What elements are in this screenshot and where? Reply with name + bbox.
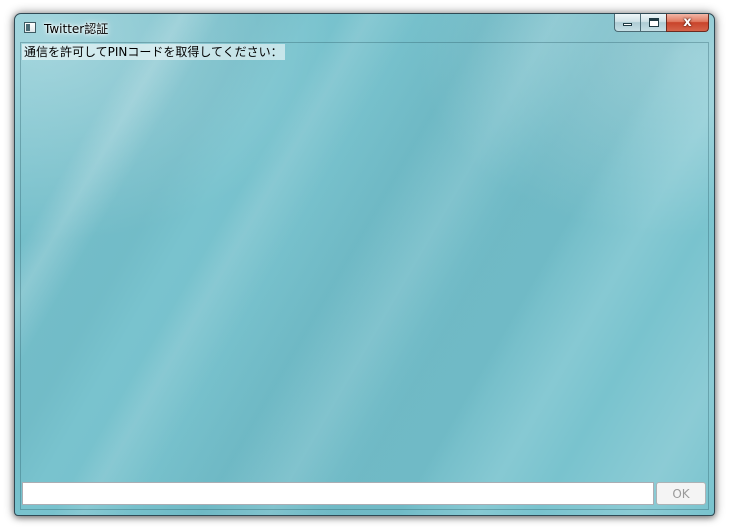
maximize-icon bbox=[649, 18, 659, 27]
close-icon: x bbox=[683, 15, 692, 30]
instruction-label: 通信を許可してPINコードを取得してください： bbox=[22, 44, 285, 60]
maximize-button[interactable] bbox=[640, 14, 666, 32]
client-area-frame bbox=[20, 42, 709, 510]
window-app-icon[interactable] bbox=[24, 22, 36, 33]
title-bar[interactable]: Twitter認証 x bbox=[15, 14, 714, 42]
caption-buttons: x bbox=[614, 14, 709, 33]
minimize-button[interactable] bbox=[614, 14, 640, 32]
twitter-auth-window: Twitter認証 x bbox=[14, 13, 715, 516]
minimize-icon bbox=[623, 23, 632, 26]
ok-button[interactable]: OK bbox=[656, 482, 706, 505]
window-title: Twitter認証 bbox=[44, 22, 109, 36]
close-button[interactable]: x bbox=[666, 14, 709, 32]
pin-code-input[interactable] bbox=[22, 482, 654, 505]
